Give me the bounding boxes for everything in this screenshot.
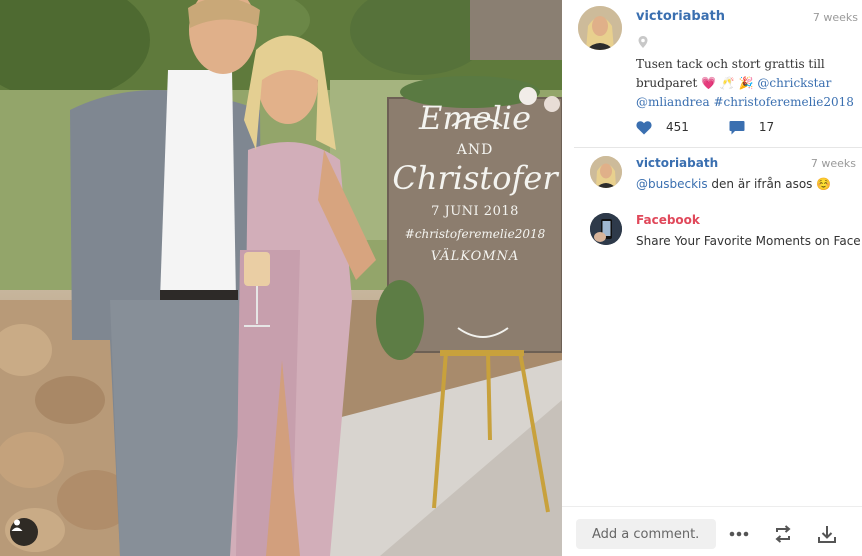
avatar[interactable]	[578, 6, 622, 50]
caption-mention[interactable]: @chrickstar	[757, 76, 831, 90]
avatar[interactable]	[590, 156, 622, 188]
comment-text: @busbeckis den är ifrån asos ☺️	[636, 177, 831, 191]
post-username[interactable]: victoriabath	[636, 9, 725, 24]
comment-mention[interactable]: @busbeckis	[636, 177, 708, 191]
post-photo[interactable]: Emelie AND Christofer 7 JUNI 2018 #chris…	[0, 0, 562, 556]
sign-welcome: VÄLKOMNA	[430, 249, 520, 264]
post-stats: 451 17	[636, 117, 814, 137]
comment-bubble-icon[interactable]	[729, 120, 745, 135]
comment-username[interactable]: victoriabath	[636, 156, 718, 170]
sign-name-2: Christofer	[392, 159, 558, 197]
download-icon[interactable]	[816, 523, 838, 545]
caption-mention[interactable]: @mliandrea	[636, 95, 710, 109]
sign-name-1: Emelie	[418, 99, 532, 137]
comments-stat[interactable]: 17	[729, 120, 774, 135]
comment-item: victoriabath 7 weeks @busbeckis den är i…	[590, 156, 856, 196]
likes-stat[interactable]: 451	[636, 120, 689, 135]
post-caption: Tusen tack och stort grattis till brudpa…	[636, 55, 854, 112]
wedding-sign: Emelie AND Christofer 7 JUNI 2018 #chris…	[388, 100, 562, 264]
sign-hashtag: #christoferemelie2018	[404, 227, 546, 241]
comment-body: den är ifrån asos ☺️	[707, 177, 832, 191]
likes-count: 451	[666, 120, 689, 134]
comment-time: 7 weeks	[810, 157, 856, 170]
sign-date: 7 JUNI 2018	[431, 204, 519, 219]
sign-and: AND	[456, 142, 494, 158]
comment-username[interactable]: Facebook	[636, 213, 700, 227]
post-details-panel: victoriabath 7 weeks Tusen tack och stor…	[562, 0, 862, 556]
location-pin-icon[interactable]	[636, 34, 650, 48]
comment-item: Facebook Share Your Favorite Moments on …	[590, 213, 862, 253]
post-time: 7 weeks	[812, 11, 858, 24]
heart-icon[interactable]	[636, 120, 652, 135]
caption-hashtag[interactable]: #christoferemelie2018	[713, 95, 853, 109]
comment-text: Share Your Favorite Moments on Face…	[636, 234, 862, 248]
divider	[574, 147, 862, 148]
avatar[interactable]	[590, 213, 622, 245]
more-dots-icon[interactable]	[728, 523, 750, 545]
comment-input[interactable]	[576, 519, 716, 549]
comments-count: 17	[758, 120, 775, 134]
repost-icon[interactable]	[772, 523, 794, 545]
post-action-bar	[562, 506, 862, 556]
user-tag-icon[interactable]	[10, 518, 38, 546]
photo-scene	[0, 0, 562, 556]
